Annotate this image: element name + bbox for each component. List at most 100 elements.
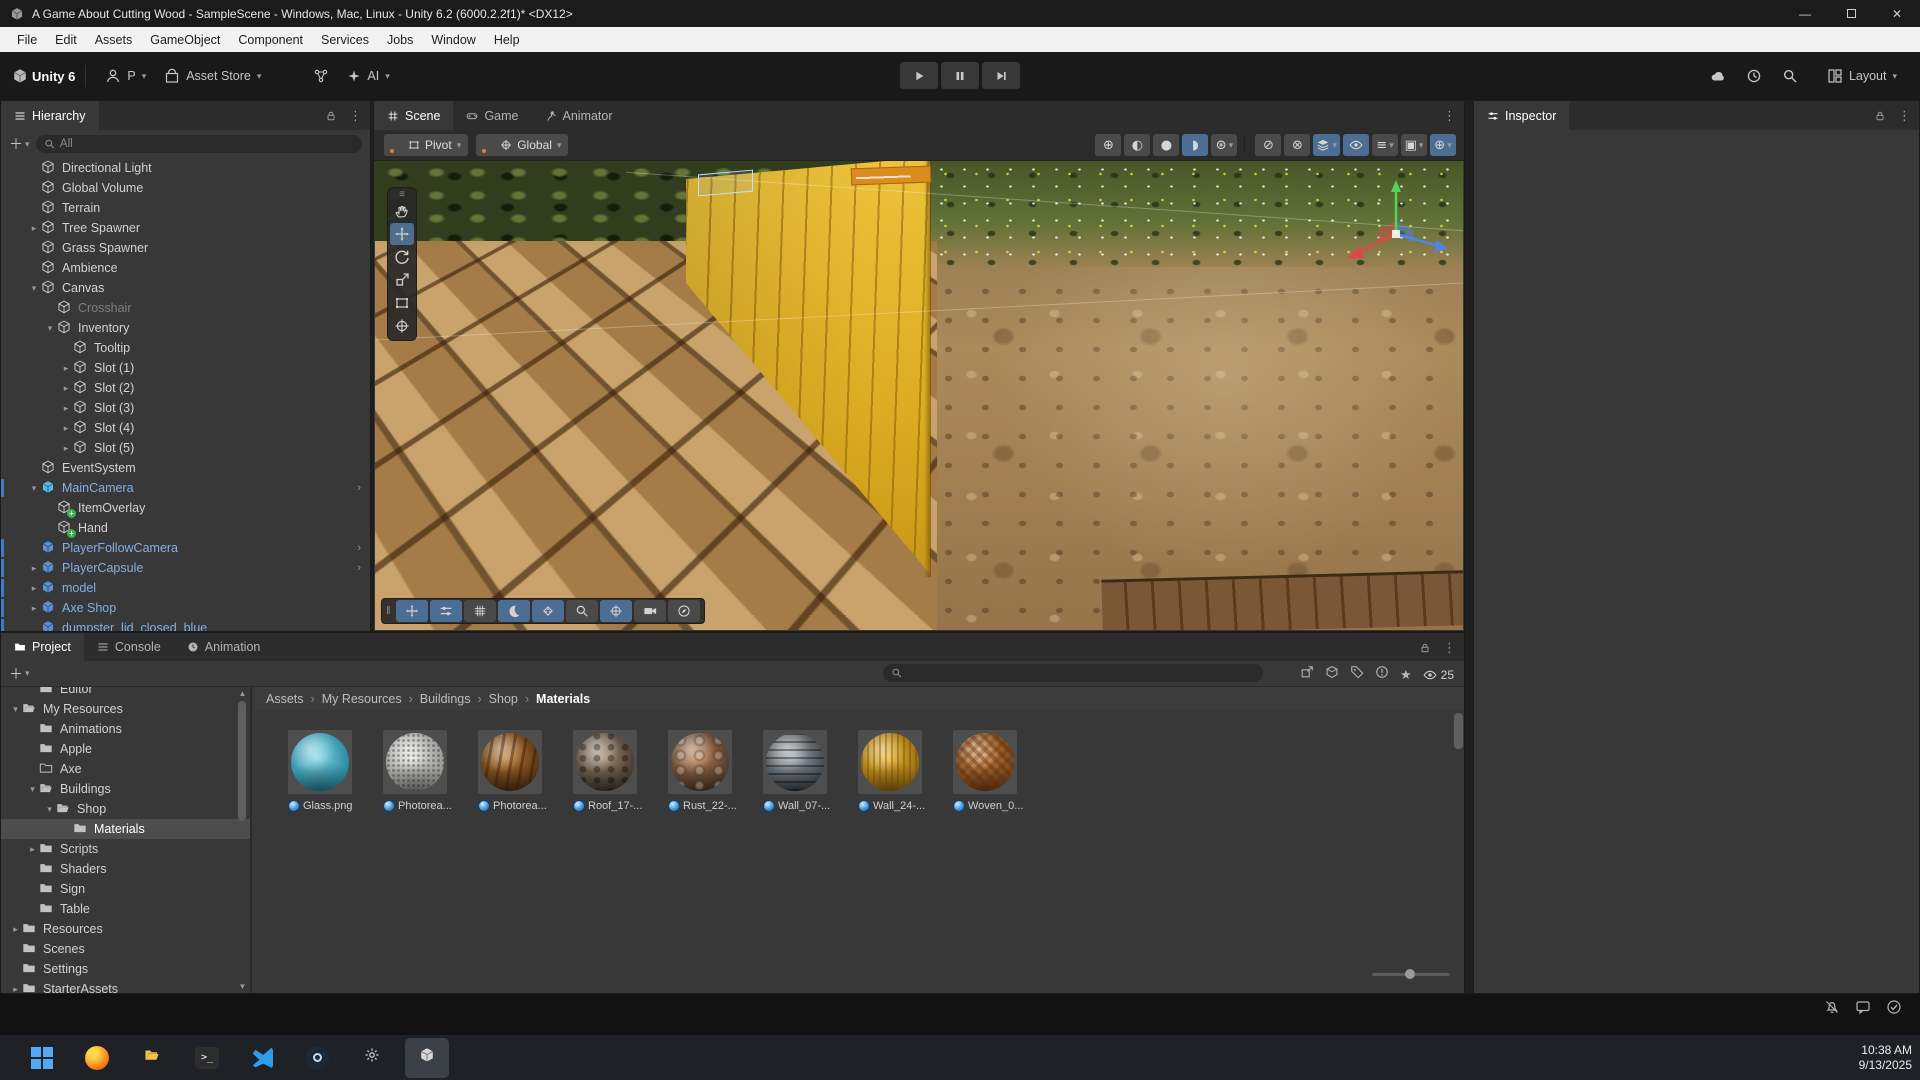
gizmos-dropdown-button[interactable]: ⊕▾ xyxy=(1430,134,1456,156)
asset-thumbnail[interactable] xyxy=(478,730,542,794)
favorites-button[interactable]: ★ xyxy=(1400,666,1412,684)
grid-snapping-overlay-button[interactable] xyxy=(464,600,496,622)
search-icon[interactable] xyxy=(1782,68,1798,84)
effects-dropdown-button[interactable]: ⊛▾ xyxy=(1211,134,1237,156)
project-search[interactable] xyxy=(883,664,1263,682)
project-folder-starterassets[interactable]: ▸StarterAssets xyxy=(1,979,250,993)
tab-game[interactable]: Game xyxy=(453,101,531,130)
hierarchy-item-slot-4[interactable]: ▸Slot (4) xyxy=(1,418,370,438)
hierarchy-item-eventsystem[interactable]: EventSystem xyxy=(1,458,370,478)
start-button[interactable] xyxy=(20,1038,64,1078)
panel-menu-icon[interactable]: ⋮ xyxy=(1443,108,1456,124)
vscode-icon[interactable] xyxy=(240,1038,284,1078)
tool-settings-overlay-button[interactable] xyxy=(430,600,462,622)
asset-thumbnail[interactable] xyxy=(763,730,827,794)
breadcrumb-assets[interactable]: Assets xyxy=(266,692,304,706)
label-filter-button[interactable] xyxy=(1350,665,1364,684)
panel-menu-icon[interactable]: ⋮ xyxy=(349,108,362,124)
picking-toggle-button[interactable]: ⊗ xyxy=(1284,134,1310,156)
asset-thumbnail[interactable] xyxy=(953,730,1017,794)
move-tool-button[interactable] xyxy=(390,223,414,245)
project-folder-materials[interactable]: Materials xyxy=(1,819,250,839)
global-dropdown[interactable]: Global▾ xyxy=(476,134,568,156)
hierarchy-item-directional-light[interactable]: Directional Light xyxy=(1,158,370,178)
hierarchy-item-dumpster-lid-closed-blue[interactable]: dumpster_lid_closed_blue xyxy=(1,618,370,631)
thumbnail-zoom-slider[interactable] xyxy=(1372,967,1450,981)
breadcrumb-materials[interactable]: Materials xyxy=(536,692,590,706)
tab-console[interactable]: Console xyxy=(84,633,174,661)
asset-thumbnail[interactable] xyxy=(858,730,922,794)
hierarchy-item-playerfollowcamera[interactable]: PlayerFollowCamera› xyxy=(1,538,370,558)
settings-icon[interactable] xyxy=(350,1038,394,1078)
move-gizmo[interactable] xyxy=(1336,174,1456,294)
menu-window[interactable]: Window xyxy=(422,27,484,52)
layers-dropdown-button[interactable]: ≡▾ xyxy=(1372,134,1398,156)
hierarchy-search[interactable] xyxy=(36,135,362,153)
packages-visibility-button[interactable] xyxy=(1325,665,1339,684)
asset-thumbnail[interactable] xyxy=(573,730,637,794)
hierarchy-search-input[interactable] xyxy=(60,138,354,150)
hierarchy-item-terrain[interactable]: Terrain xyxy=(1,198,370,218)
project-folder-axe[interactable]: Axe xyxy=(1,759,250,779)
tab-animation[interactable]: Animation xyxy=(174,633,274,661)
menu-services[interactable]: Services xyxy=(312,27,378,52)
maximize-button[interactable] xyxy=(1828,0,1874,27)
view-tool-button[interactable] xyxy=(390,200,414,222)
menu-edit[interactable]: Edit xyxy=(46,27,86,52)
ai-dropdown[interactable]: AI▾ xyxy=(338,62,398,90)
terminal-icon[interactable]: >_ xyxy=(185,1038,229,1078)
pause-button[interactable] xyxy=(941,62,979,89)
hierarchy-item-axe-shop[interactable]: ▸Axe Shop xyxy=(1,598,370,618)
sections-dropdown-button[interactable]: ▣▾ xyxy=(1401,134,1427,156)
lighting-toggle-button[interactable]: ● xyxy=(1153,134,1179,156)
layout-dropdown[interactable]: Layout▾ xyxy=(1818,62,1906,90)
hierarchy-item-slot-5[interactable]: ▸Slot (5) xyxy=(1,438,370,458)
menu-assets[interactable]: Assets xyxy=(86,27,142,52)
panel-menu-icon[interactable]: ⋮ xyxy=(1443,640,1456,656)
project-folder-settings[interactable]: Settings xyxy=(1,959,250,979)
hierarchy-item-canvas[interactable]: ▾Canvas xyxy=(1,278,370,298)
file-explorer-icon[interactable] xyxy=(130,1038,174,1078)
asset-photorea[interactable]: Photorea... xyxy=(478,730,554,812)
hierarchy-item-hand[interactable]: +Hand xyxy=(1,518,370,538)
hierarchy-item-model[interactable]: ▸model xyxy=(1,578,370,598)
snap-settings-overlay-button[interactable] xyxy=(532,600,564,622)
lock-icon[interactable] xyxy=(1419,642,1431,654)
breadcrumb-my-resources[interactable]: My Resources xyxy=(322,692,402,706)
hierarchy-item-slot-1[interactable]: ▸Slot (1) xyxy=(1,358,370,378)
hierarchy-item-tooltip[interactable]: Tooltip xyxy=(1,338,370,358)
collab-archive-button[interactable] xyxy=(270,62,304,90)
hierarchy-item-slot-2[interactable]: ▸Slot (2) xyxy=(1,378,370,398)
scroll-up-icon[interactable]: ▲ xyxy=(237,689,248,698)
log-filter-button[interactable] xyxy=(1375,665,1389,684)
project-folder-animations[interactable]: Animations xyxy=(1,719,250,739)
scene-viewport[interactable]: ≡ ‖ xyxy=(375,161,1463,630)
menu-component[interactable]: Component xyxy=(229,27,312,52)
view-2d-button[interactable]: ◐ xyxy=(1124,134,1150,156)
tab-project[interactable]: Project xyxy=(1,633,84,661)
cloud-icon[interactable] xyxy=(1710,68,1726,84)
tree-scrollbar[interactable]: ▲ ▼ xyxy=(237,689,248,991)
tab-hierarchy[interactable]: Hierarchy xyxy=(1,101,99,130)
hidden-objects-button[interactable]: ⊘ xyxy=(1255,134,1281,156)
project-search-input[interactable] xyxy=(907,667,1255,679)
hierarchy-item-itemoverlay[interactable]: +ItemOverlay xyxy=(1,498,370,518)
play-button[interactable] xyxy=(900,62,938,89)
hierarchy-item-slot-3[interactable]: ▸Slot (3) xyxy=(1,398,370,418)
project-folder-scenes[interactable]: Scenes xyxy=(1,939,250,959)
hierarchy-item-maincamera[interactable]: ▾MainCamera› xyxy=(1,478,370,498)
project-folder-editor[interactable]: Editor xyxy=(1,687,250,699)
asset-thumbnail[interactable] xyxy=(383,730,447,794)
tab-inspector[interactable]: Inspector xyxy=(1474,101,1569,130)
asset-store-dropdown[interactable]: Asset Store▾ xyxy=(155,62,270,90)
menu-file[interactable]: File xyxy=(8,27,46,52)
version-control-button[interactable] xyxy=(304,62,338,90)
panel-menu-icon[interactable]: ⋮ xyxy=(1898,108,1911,124)
account-dropdown[interactable]: P▾ xyxy=(96,62,155,90)
asset-rust-22[interactable]: Rust_22-... xyxy=(668,730,744,812)
open-in-search-button[interactable] xyxy=(1300,665,1314,684)
transform-tool-button[interactable] xyxy=(390,315,414,337)
sync-check-icon[interactable] xyxy=(1886,999,1902,1020)
project-folder-apple[interactable]: Apple xyxy=(1,739,250,759)
project-folder-scripts[interactable]: ▸Scripts xyxy=(1,839,250,859)
